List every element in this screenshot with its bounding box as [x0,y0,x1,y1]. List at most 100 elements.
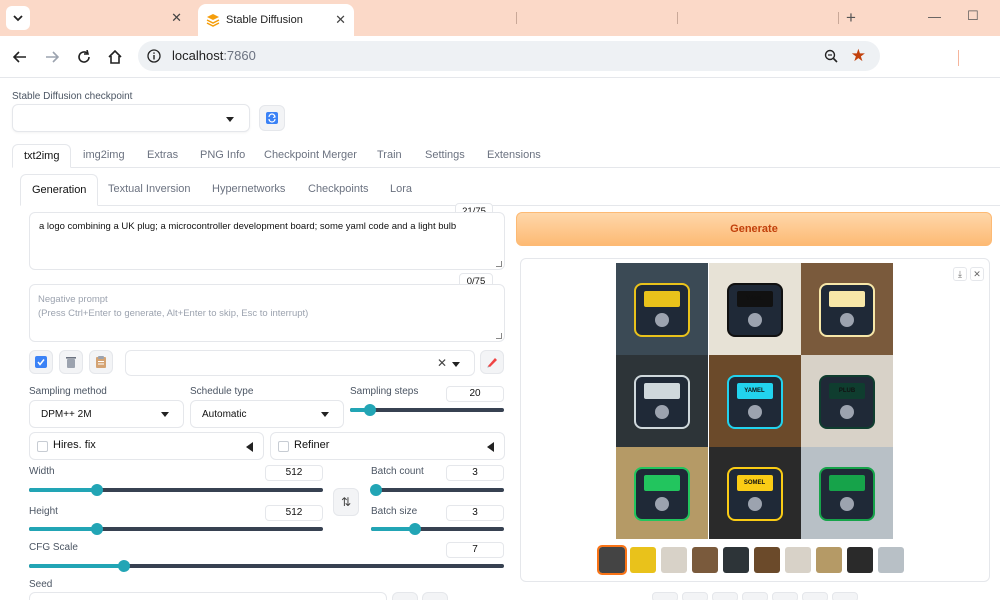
slider-thumb[interactable] [364,404,377,416]
output-action-button[interactable] [682,592,708,600]
random-seed-button[interactable] [392,592,418,600]
sampling-method-dropdown[interactable]: DPM++ 2M [29,400,184,428]
checkpoint-dropdown[interactable] [12,104,250,132]
generated-image[interactable] [801,447,893,539]
gallery-thumbnail[interactable] [816,547,842,573]
height-input[interactable]: 512 [265,505,323,521]
home-icon[interactable] [104,46,126,68]
minimize-icon[interactable]: — [928,9,941,24]
resize-handle-icon[interactable] [496,333,502,339]
close-icon[interactable]: ✕ [970,267,984,281]
sampling-method-value: DPM++ 2M [41,409,92,420]
tab-search-button[interactable] [6,6,30,30]
maximize-icon[interactable]: ☐ [967,8,979,24]
reload-icon[interactable] [73,46,95,68]
browser-tab-active[interactable]: Stable Diffusion ✕ [198,4,354,36]
site-info-icon[interactable] [147,49,161,63]
slider-thumb[interactable] [408,523,421,535]
slider-thumb[interactable] [90,523,103,535]
slider-thumb[interactable] [90,484,103,496]
new-tab-plus-icon[interactable]: + [846,8,856,28]
subtab-generation[interactable]: Generation [20,174,99,206]
output-action-button[interactable] [802,592,828,600]
gallery-thumbnail[interactable] [661,547,687,573]
hires-fix-checkbox[interactable] [37,441,48,452]
resize-handle-icon[interactable] [496,261,502,267]
prompt-textarea[interactable]: a logo combining a UK plug; a microcontr… [29,212,505,270]
tab-extensions[interactable]: Extensions [487,144,541,168]
apply-styles-button[interactable] [89,350,113,374]
url-text: localhost:7860 [172,48,256,63]
back-arrow-icon[interactable] [9,46,31,68]
bookmark-star-icon[interactable]: ★ [851,46,866,66]
output-action-button[interactable] [742,592,768,600]
negative-prompt-textarea[interactable]: Negative prompt (Press Ctrl+Enter to gen… [29,284,505,342]
result-image-grid[interactable]: YAML YAMEL PLUB SOMEL CODE [616,263,893,539]
batch-size-label: Batch size [371,506,418,517]
clear-prompt-button[interactable] [59,350,83,374]
collapse-arrow-icon [246,442,253,452]
clear-x-icon[interactable]: ✕ [437,356,447,370]
subtab-textual-inversion[interactable]: Textual Inversion [108,174,191,206]
zoom-icon[interactable] [824,49,838,63]
gallery-thumbnail[interactable] [878,547,904,573]
batch-count-slider[interactable] [371,488,504,492]
tab-train[interactable]: Train [377,144,402,168]
gallery-thumbnail[interactable] [692,547,718,573]
gallery-thumbnail[interactable] [597,545,627,575]
subtab-lora[interactable]: Lora [390,174,412,206]
tab-png-info[interactable]: PNG Info [200,144,245,168]
generated-image[interactable]: YAML [708,263,801,355]
seed-input[interactable] [29,592,387,600]
batch-size-input[interactable]: 3 [446,505,504,521]
generated-image[interactable] [616,355,708,447]
output-action-button[interactable] [652,592,678,600]
download-icon[interactable]: ⤓ [953,267,967,281]
gallery-thumbnail[interactable] [785,547,811,573]
browser-tab-inactive[interactable]: ✕ [36,0,196,36]
output-action-button[interactable] [832,592,858,600]
slider-thumb[interactable] [118,560,130,572]
output-action-button[interactable] [772,592,798,600]
close-icon[interactable]: ✕ [171,10,182,26]
generated-image[interactable] [616,263,708,355]
output-action-button[interactable] [712,592,738,600]
generate-button[interactable]: Generate [516,212,992,246]
gallery-thumbnail[interactable] [847,547,873,573]
slider-thumb[interactable] [370,484,383,496]
generated-image[interactable]: SOMEL CODE [708,447,801,539]
gallery-thumbnail[interactable] [723,547,749,573]
generated-image[interactable] [801,263,893,355]
refresh-checkpoints-button[interactable] [259,105,285,131]
tab-checkpoint-merger[interactable]: Checkpoint Merger [264,144,357,168]
reuse-seed-button[interactable] [422,592,448,600]
cfg-scale-input[interactable]: 7 [446,542,504,558]
refiner-accordion[interactable]: Refiner [270,432,505,460]
device-knob [747,405,762,419]
hires-fix-accordion[interactable]: Hires. fix [29,432,264,460]
generated-image[interactable]: YAMEL [708,355,801,447]
width-input[interactable]: 512 [265,465,323,481]
gallery-thumbnail[interactable] [754,547,780,573]
tab-img2img[interactable]: img2img [83,144,125,168]
forward-arrow-icon[interactable] [41,46,63,68]
schedule-type-dropdown[interactable]: Automatic [190,400,344,428]
generated-image[interactable]: PLUB [801,355,893,447]
edit-styles-button[interactable] [480,350,504,374]
tab-extras[interactable]: Extras [147,144,178,168]
subtab-checkpoints[interactable]: Checkpoints [308,174,369,206]
read-params-button[interactable] [29,350,53,374]
gallery-thumbnail[interactable] [630,547,656,573]
address-bar[interactable]: localhost:7860 ★ [138,41,880,71]
sampling-steps-input[interactable]: 20 [446,386,504,402]
refiner-checkbox[interactable] [278,441,289,452]
generated-image[interactable] [616,447,708,539]
swap-dimensions-button[interactable]: ⇅ [333,488,359,516]
close-icon[interactable]: ✕ [335,12,346,28]
subtab-hypernetworks[interactable]: Hypernetworks [212,174,285,206]
batch-count-input[interactable]: 3 [446,465,504,481]
styles-dropdown[interactable]: ✕ [125,350,475,376]
tab-settings[interactable]: Settings [425,144,465,168]
device-knob [655,497,669,511]
tab-txt2img[interactable]: txt2img [12,144,72,168]
